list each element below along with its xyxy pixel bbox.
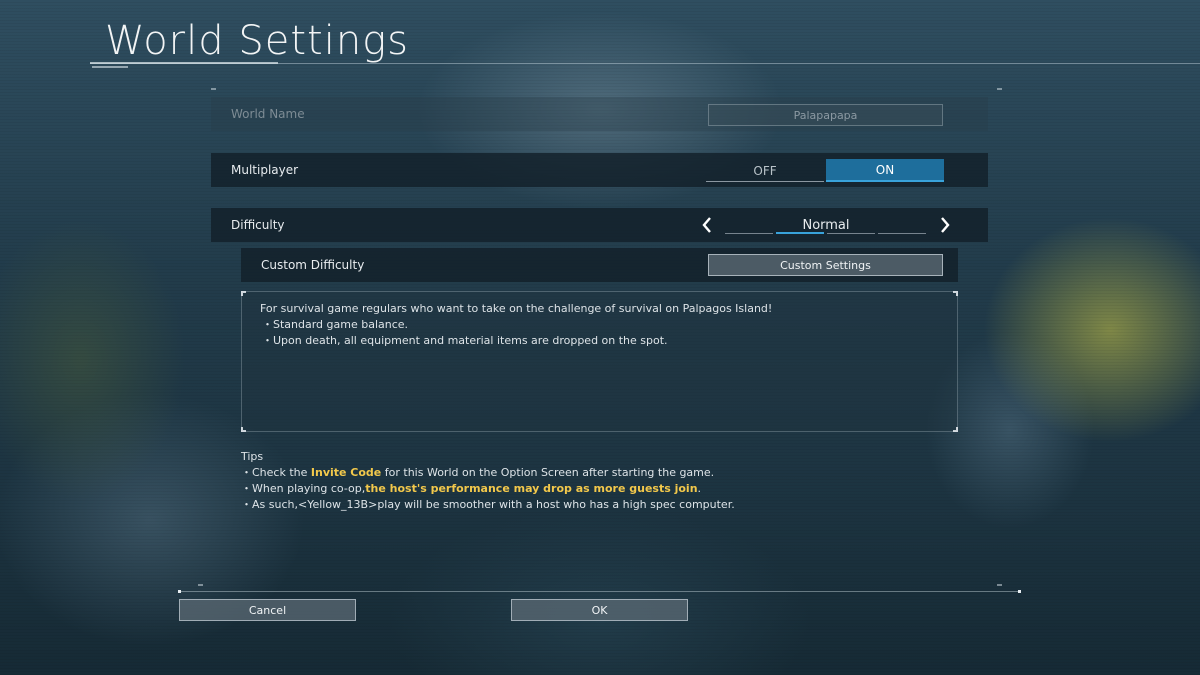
box-corner <box>241 427 246 432</box>
chevron-right-icon[interactable] <box>935 214 955 236</box>
tips-heading: Tips <box>241 450 264 463</box>
page-title: World Settings <box>105 18 410 64</box>
title-underline <box>90 62 278 64</box>
tip-line: ・As such,<Yellow_13B>play will be smooth… <box>241 498 735 511</box>
difficulty-step <box>878 233 926 234</box>
tip-text: ・Check the <box>241 466 311 479</box>
box-corner <box>953 427 958 432</box>
multiplayer-row: Multiplayer OFF ON <box>211 153 988 187</box>
panel-corner-mark <box>211 88 216 90</box>
difficulty-description: For survival game regulars who want to t… <box>241 291 958 432</box>
difficulty-label: Difficulty <box>231 218 285 232</box>
ok-button[interactable]: OK <box>511 599 688 621</box>
custom-difficulty-label: Custom Difficulty <box>261 258 365 272</box>
description-bullet: ・Standard game balance. <box>262 318 409 331</box>
tips-section: Tips ・Check the Invite Code for this Wor… <box>241 449 958 513</box>
tip-text: for this World on the Option Screen afte… <box>381 466 715 479</box>
divider-endpoint <box>178 590 181 593</box>
title-tick-mark <box>92 66 128 68</box>
description-intro: For survival game regulars who want to t… <box>260 302 773 315</box>
multiplayer-label: Multiplayer <box>231 163 299 177</box>
difficulty-value: Normal <box>802 217 850 233</box>
panel-corner-mark <box>198 584 203 586</box>
tip-highlight: Invite Code <box>310 466 382 479</box>
footer-divider <box>180 591 1020 592</box>
panel-corner-mark <box>997 88 1002 90</box>
difficulty-row: Difficulty Normal <box>211 208 988 242</box>
tip-line: ・When playing co-op,the host's performan… <box>241 481 958 497</box>
world-name-label: World Name <box>231 107 305 121</box>
multiplayer-off-option[interactable]: OFF <box>706 161 824 182</box>
custom-difficulty-row: Custom Difficulty Custom Settings <box>241 248 958 282</box>
tip-text: . <box>697 482 702 495</box>
box-corner <box>241 291 246 296</box>
world-name-field: Palapapapa <box>708 104 943 126</box>
tip-highlight: the host's performance may drop as more … <box>365 482 698 495</box>
tip-line: ・Check the Invite Code for this World on… <box>241 465 958 481</box>
world-name-row: World Name Palapapapa <box>211 97 988 131</box>
divider-endpoint <box>1018 590 1021 593</box>
tip-text: ・When playing co-op, <box>241 482 366 495</box>
panel-corner-mark <box>997 584 1002 586</box>
chevron-left-icon[interactable] <box>697 214 717 236</box>
difficulty-step <box>725 233 773 234</box>
multiplayer-on-option[interactable]: ON <box>826 159 944 182</box>
cancel-button[interactable]: Cancel <box>179 599 356 621</box>
description-bullet: ・Upon death, all equipment and material … <box>262 334 668 347</box>
box-corner <box>953 291 958 296</box>
custom-settings-button[interactable]: Custom Settings <box>708 254 943 276</box>
